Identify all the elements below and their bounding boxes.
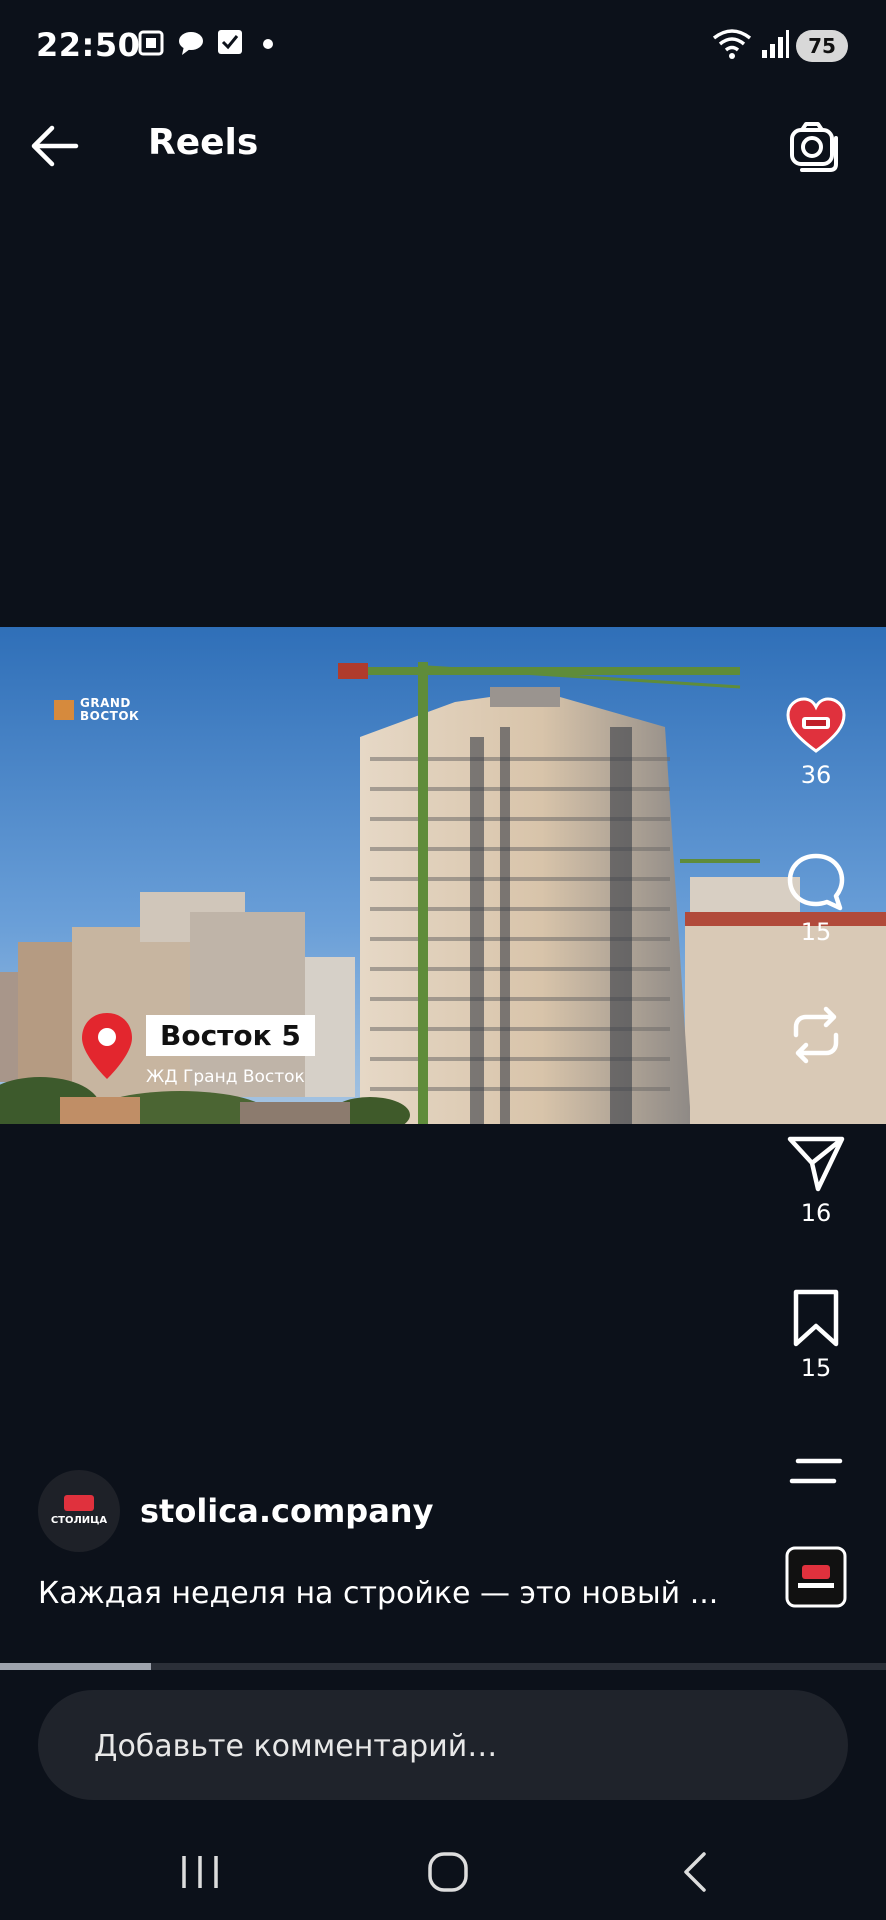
send-icon[interactable] bbox=[784, 1133, 848, 1193]
camera-icon[interactable] bbox=[788, 120, 842, 174]
brand-line2: ВОСТОК bbox=[80, 709, 140, 723]
location-subtitle: ЖД Гранд Восток bbox=[146, 1067, 305, 1087]
bookmark-icon[interactable] bbox=[784, 1288, 848, 1348]
brand-mark-icon bbox=[54, 700, 74, 720]
status-bar: 22:50 75 bbox=[0, 0, 886, 90]
battery-indicator: 75 bbox=[796, 30, 848, 62]
chat-bubble-icon bbox=[179, 32, 203, 55]
screenshot-icon bbox=[138, 30, 164, 56]
video-progress-bar[interactable] bbox=[0, 1663, 886, 1670]
system-nav-bar bbox=[0, 1820, 886, 1920]
repost-icon[interactable] bbox=[784, 1005, 848, 1065]
dot-icon bbox=[263, 39, 273, 49]
back-arrow-icon[interactable] bbox=[26, 120, 82, 172]
video-progress-fill bbox=[0, 1663, 151, 1670]
comment-input[interactable] bbox=[92, 1690, 776, 1802]
location-title: Восток 5 bbox=[146, 1015, 315, 1056]
page-title: Reels bbox=[148, 122, 259, 163]
back-nav-icon[interactable] bbox=[666, 1842, 726, 1902]
repost-action[interactable] bbox=[770, 1005, 862, 1065]
status-time: 22:50 bbox=[36, 26, 141, 64]
home-icon[interactable] bbox=[418, 1842, 478, 1902]
reel-caption[interactable]: Каждая неделя на стройке — это новый ... bbox=[38, 1576, 718, 1611]
channel-row[interactable]: СТОЛИЦА stolica.company bbox=[38, 1470, 433, 1552]
reel-video[interactable]: GRAND ВОСТОК Восток 5 ЖД Гранд Восток bbox=[0, 627, 886, 1124]
location-pin-icon bbox=[82, 1013, 132, 1079]
wifi-icon bbox=[712, 29, 752, 59]
share-action[interactable]: 16 bbox=[770, 1133, 862, 1227]
like-count: 36 bbox=[800, 761, 832, 789]
comment-box[interactable] bbox=[38, 1690, 848, 1802]
checkbox-icon bbox=[218, 30, 242, 54]
avatar-text: СТОЛИЦА bbox=[51, 1515, 108, 1526]
avatar[interactable]: СТОЛИЦА bbox=[38, 1470, 120, 1552]
channel-handle[interactable]: stolica.company bbox=[140, 1492, 433, 1530]
signal-icon bbox=[762, 30, 789, 58]
save-action[interactable]: 15 bbox=[770, 1288, 862, 1382]
comment-icon[interactable] bbox=[784, 852, 848, 912]
more-action[interactable] bbox=[770, 1455, 862, 1495]
comment-action[interactable]: 15 bbox=[770, 852, 862, 946]
recent-apps-icon[interactable] bbox=[170, 1842, 230, 1902]
brand-logo: GRAND ВОСТОК bbox=[54, 697, 139, 723]
heart-icon[interactable] bbox=[784, 695, 848, 755]
brand-text: GRAND ВОСТОК bbox=[80, 697, 139, 723]
app-bar: Reels bbox=[0, 98, 886, 194]
save-count: 15 bbox=[800, 1354, 832, 1382]
audio-thumbnail-icon[interactable] bbox=[784, 1545, 848, 1609]
share-count: 16 bbox=[800, 1199, 832, 1227]
audio-action[interactable] bbox=[770, 1545, 862, 1609]
channel-logo-icon: СТОЛИЦА bbox=[51, 1495, 108, 1526]
more-menu-icon[interactable] bbox=[784, 1455, 848, 1495]
like-action[interactable]: 36 bbox=[770, 695, 862, 789]
comment-count: 15 bbox=[800, 918, 832, 946]
